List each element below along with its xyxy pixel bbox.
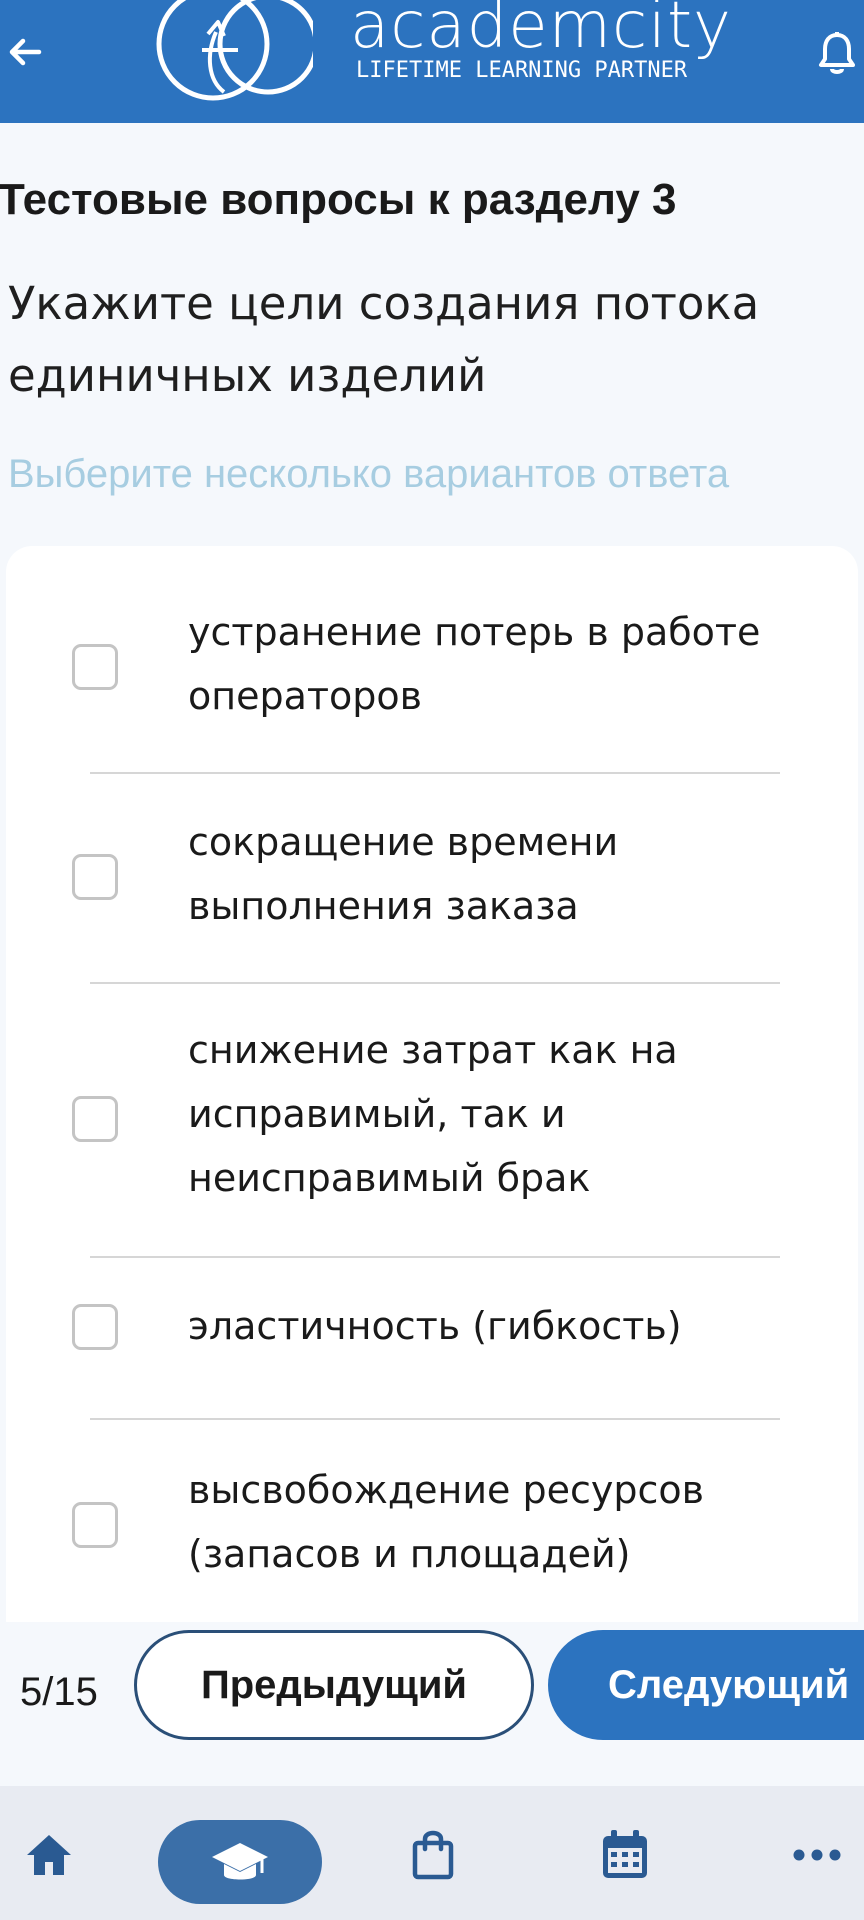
nav-more[interactable] xyxy=(782,1820,852,1890)
option-2-checkbox[interactable] xyxy=(72,854,118,900)
option-divider xyxy=(90,1418,780,1420)
section-title: Тестовые вопросы к разделу 3 xyxy=(0,175,677,224)
shopping-bag-icon xyxy=(412,1830,454,1880)
graduation-cap-icon xyxy=(212,1843,268,1880)
option-3-checkbox[interactable] xyxy=(72,1096,118,1142)
nav-shop[interactable] xyxy=(398,1820,468,1890)
logo-tagline: LIFETIME LEARNING PARTNER xyxy=(356,58,688,83)
nav-home[interactable] xyxy=(14,1820,84,1890)
question-text: Укажите цели создания потока единичных и… xyxy=(8,277,760,402)
question-pager: 5/15 Предыдущий Следующий xyxy=(0,1622,864,1786)
option-divider xyxy=(90,1256,780,1258)
nav-calendar[interactable] xyxy=(590,1820,660,1890)
nav-courses[interactable] xyxy=(158,1820,322,1904)
option-divider xyxy=(90,772,780,774)
question-counter: 5/15 xyxy=(20,1670,98,1714)
option-divider xyxy=(90,982,780,984)
option-4-checkbox[interactable] xyxy=(72,1304,118,1350)
option-5-checkbox[interactable] xyxy=(72,1502,118,1548)
option-1-checkbox[interactable] xyxy=(72,644,118,690)
app-header: academcity LIFETIME LEARNING PARTNER xyxy=(0,0,864,123)
option-2-label[interactable]: сокращение времени выполнения заказа xyxy=(188,810,808,938)
calendar-icon xyxy=(603,1830,647,1878)
back-button[interactable] xyxy=(0,22,50,82)
answer-hint: Выберите несколько вариантов ответа xyxy=(8,452,730,496)
academcity-logo-icon xyxy=(156,0,313,101)
next-button[interactable]: Следующий xyxy=(548,1630,864,1740)
logo-wordmark: academcity xyxy=(350,0,732,63)
previous-button[interactable]: Предыдущий xyxy=(134,1630,534,1740)
notifications-button[interactable] xyxy=(810,24,864,84)
bell-icon xyxy=(819,32,855,74)
arrow-left-icon xyxy=(9,38,42,66)
bottom-navigation xyxy=(0,1786,864,1920)
more-horizontal-icon xyxy=(793,1849,841,1861)
option-1-label[interactable]: устранение потерь в работе операторов xyxy=(188,600,808,728)
option-4-label[interactable]: эластичность (гибкость) xyxy=(188,1294,808,1358)
home-icon xyxy=(27,1835,71,1875)
option-5-label[interactable]: высвобождение ресурсов (запасов и площад… xyxy=(188,1458,808,1586)
option-3-label[interactable]: снижение затрат как на исправимый, так и… xyxy=(188,1018,808,1210)
options-card: устранение потерь в работе операторов со… xyxy=(6,546,858,1646)
